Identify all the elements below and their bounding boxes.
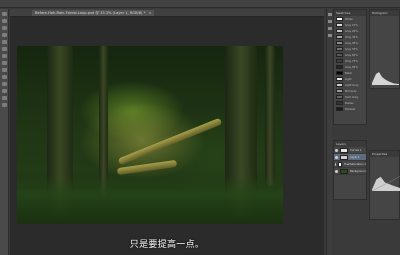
character-panel-icon[interactable] (328, 34, 332, 37)
layer-label: Layer 1 (350, 155, 360, 159)
crop-tool-icon[interactable] (2, 33, 7, 37)
swatch-label: Gray 85% (345, 65, 358, 69)
swatch-color (336, 89, 343, 93)
histogram-panel-title[interactable]: Histogram (370, 10, 399, 16)
swatch-color (336, 95, 343, 99)
swatch-label: Dark Gray (345, 95, 359, 99)
swatch-color (336, 23, 343, 27)
tree-trunk-far-right (265, 46, 275, 186)
swatch-label: Darker (345, 101, 354, 105)
visibility-eye-icon[interactable] (335, 155, 338, 159)
layer-label: Hue/Saturation 1 (343, 162, 366, 166)
clone-tool-icon[interactable] (2, 54, 7, 58)
layer-label: Curves 1 (350, 148, 362, 152)
options-bar (0, 0, 400, 8)
video-subtitle: 只是要提高一点。 (129, 240, 205, 250)
dodge-tool-icon[interactable] (2, 75, 7, 79)
actions-panel-icon[interactable] (328, 20, 332, 23)
history-panel-icon[interactable] (328, 13, 332, 16)
swatch-label: Darkest (345, 107, 356, 111)
move-tool-icon[interactable] (2, 12, 7, 16)
swatch-color (336, 83, 343, 87)
swatch-color (336, 65, 343, 69)
swatch-label: Gray 25% (345, 29, 358, 33)
swatch-color (336, 41, 343, 45)
layer-label: Background (350, 169, 366, 173)
swatch-label: Gray 35% (345, 35, 358, 39)
document-tab-bar: Before-Hoh-Rain-Forest-Loop.psd @ 33.3% … (10, 9, 324, 17)
layer-row[interactable]: Layer 1 (334, 154, 366, 161)
swatch-label: White (345, 17, 353, 21)
swatch-label: Black (345, 71, 353, 75)
swatch-list: White Gray 15% Gray 25% Gray 35% Gray 45% Gra… (334, 16, 366, 112)
layer-thumbnail (340, 168, 348, 174)
layer-thumbnail (337, 161, 342, 167)
eyedropper-tool-icon[interactable] (2, 40, 7, 44)
layer-row[interactable]: Background (334, 168, 366, 175)
swatch-label: Light (345, 77, 352, 81)
layer-thumbnail (340, 147, 348, 153)
document-tab[interactable]: Before-Hoh-Rain-Forest-Loop.psd @ 33.3% … (32, 10, 155, 16)
pen-tool-icon[interactable] (2, 82, 7, 86)
marquee-tool-icon[interactable] (2, 19, 7, 23)
swatch-color (336, 59, 343, 63)
hand-tool-icon[interactable] (2, 96, 7, 100)
visibility-eye-icon[interactable] (335, 162, 336, 166)
photoshop-window: Before-Hoh-Rain-Forest-Loop.psd @ 33.3% … (0, 0, 400, 255)
image-canvas[interactable] (17, 46, 283, 224)
properties-panel-title[interactable]: Properties (370, 151, 399, 157)
swatch-label: Gray 75% (345, 59, 358, 63)
layer-row[interactable]: Hue/Saturation 1 (334, 161, 366, 168)
swatch-label: Gray 45% (345, 41, 358, 45)
visibility-eye-icon[interactable] (335, 148, 338, 152)
fern-foreground (17, 174, 283, 224)
curves-graph[interactable] (372, 171, 400, 191)
swatch-color (336, 77, 343, 81)
lasso-tool-icon[interactable] (2, 26, 7, 30)
layers-panel: Layers Curves 1 Layer 1 Hue/Saturation 1 Ba… (333, 140, 367, 200)
swatch-color (336, 35, 343, 39)
brush-tool-icon[interactable] (2, 47, 7, 51)
swatch-color (336, 17, 343, 21)
swatch-color (336, 107, 343, 111)
layer-thumbnail (340, 154, 348, 160)
zoom-tool-icon[interactable] (2, 103, 7, 107)
histogram-graph (372, 72, 399, 85)
layer-list: Curves 1 Layer 1 Hue/Saturation 1 Backgroun… (334, 147, 366, 175)
swatch-color (336, 53, 343, 57)
tools-panel (0, 9, 9, 255)
eraser-tool-icon[interactable] (2, 61, 7, 65)
swatch-color (336, 101, 343, 105)
swatch-color (336, 71, 343, 75)
brushes-panel-icon[interactable] (328, 27, 332, 30)
swatches-panel: Swatches White Gray 15% Gray 25% Gray 35% Gr… (333, 9, 367, 125)
swatch-label: Gray 15% (345, 23, 358, 27)
layer-row[interactable]: Curves 1 (334, 147, 366, 154)
histogram-panel: Histogram (369, 9, 400, 89)
properties-panel: Properties (369, 150, 400, 220)
document-tab-title: Before-Hoh-Rain-Forest-Loop.psd @ 33.3% … (35, 11, 146, 15)
visibility-eye-icon[interactable] (335, 169, 338, 173)
type-tool-icon[interactable] (2, 89, 7, 93)
swatch-label: Light Gray (345, 83, 359, 87)
gradient-tool-icon[interactable] (2, 68, 7, 72)
close-icon[interactable]: × (148, 11, 151, 15)
swatch-label: Mid Gray (345, 89, 357, 93)
swatch-label: Gray 65% (345, 53, 358, 57)
swatch-label: Gray 55% (345, 47, 358, 51)
swatch-color (336, 47, 343, 51)
swatch-color (336, 29, 343, 33)
collapsed-panel-dock (326, 9, 332, 255)
mossy-branch (117, 117, 223, 166)
swatch-row[interactable]: Darkest (334, 106, 366, 112)
